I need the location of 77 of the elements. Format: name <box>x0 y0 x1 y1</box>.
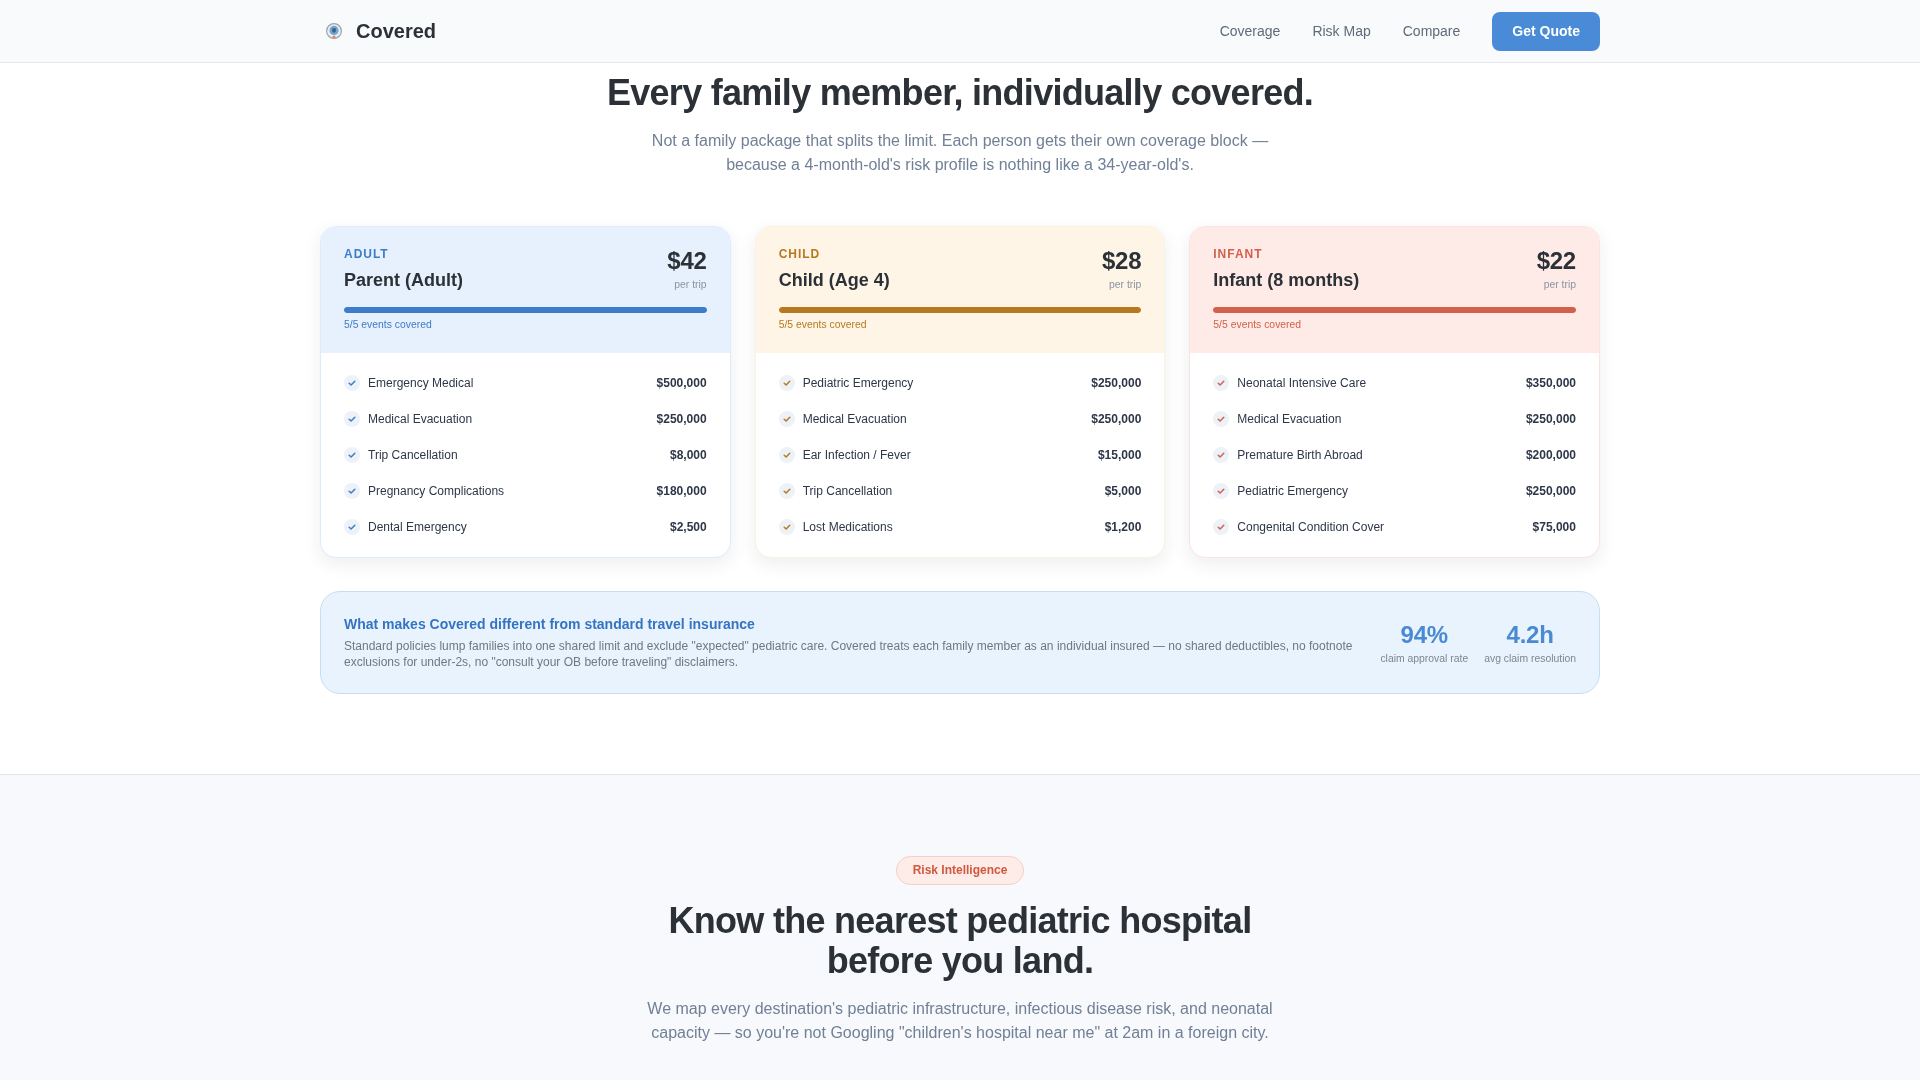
benefit-name: Lost Medications <box>802 519 894 535</box>
benefit-name: Emergency Medical <box>368 375 475 391</box>
brand-name[interactable]: Covered <box>356 19 437 43</box>
check-icon <box>1213 447 1230 463</box>
benefit-name: Congenital Condition Cover <box>1237 519 1386 535</box>
benefit-name: Ear Infection / Fever <box>802 447 912 463</box>
benefit-amount: $500,000 <box>656 375 707 391</box>
section-badge: Risk Intelligence <box>895 856 1025 885</box>
coverage-note: 5/5 events covered <box>344 318 433 332</box>
plan-price: $28 <box>1102 246 1142 276</box>
benefit-name: Medical Evacuation <box>1237 411 1343 427</box>
nav-link[interactable]: Compare <box>1402 22 1461 40</box>
plan-title: Infant (8 months) <box>1213 269 1360 292</box>
benefit-name: Pregnancy Complications <box>368 483 506 499</box>
plan-price: $22 <box>1536 246 1576 276</box>
check-icon <box>778 447 795 463</box>
stat-value: 4.2h <box>1506 620 1554 649</box>
plan-title: Child (Age 4) <box>778 269 890 292</box>
check-icon <box>344 447 360 463</box>
stat-label: claim approval rate <box>1380 651 1469 665</box>
benefit-amount: $8,000 <box>669 447 707 463</box>
plan-title: Parent (Adult) <box>344 269 463 292</box>
risk-subtitle: We map every destination's pediatric infrastructure, infectious disease risk, and neonatal capacity — so you're not Googling "children's hospital near me" at 2am in a foreign city. <box>646 999 1274 1043</box>
benefit-name: Medical Evacuation <box>802 411 908 427</box>
benefit-name: Trip Cancellation <box>368 447 459 463</box>
price-note: per trip <box>1109 278 1142 292</box>
plan-price: $42 <box>667 246 707 276</box>
benefit-name: Dental Emergency <box>368 519 468 535</box>
benefit-amount: $250,000 <box>1091 411 1142 427</box>
benefit-name: Neonatal Intensive Care <box>1237 375 1368 391</box>
benefit-name: Pediatric Emergency <box>802 375 915 391</box>
check-icon <box>1213 483 1230 499</box>
risk-title: Know the nearest pediatric hospital before you land. <box>667 901 1253 981</box>
banner-text: Standard policies lump families into one shared limit and exclude "expected" pediatric care. Covered treats each family member as an individual insured — no shared deductibles, no footnote exclusions for under-2s, no "consult your OB before traveling" disclaimers. <box>344 638 1354 670</box>
benefit-amount: $5,000 <box>1104 483 1142 499</box>
check-icon <box>344 375 360 391</box>
benefit-amount: $15,000 <box>1097 447 1142 463</box>
check-icon <box>344 483 360 499</box>
stat-value: 94% <box>1400 620 1448 649</box>
check-icon <box>344 519 360 535</box>
plan-category-label: ADULT <box>344 246 389 262</box>
benefit-name: Medical Evacuation <box>368 411 474 427</box>
coverage-note: 5/5 events covered <box>778 318 868 332</box>
benefit-amount: $180,000 <box>656 483 707 499</box>
benefit-amount: $350,000 <box>1525 375 1576 391</box>
check-icon <box>778 375 795 391</box>
benefit-amount: $250,000 <box>1525 411 1576 427</box>
banner-title: What makes Covered different from standard travel insurance <box>344 615 756 633</box>
price-note: per trip <box>1543 278 1576 292</box>
plan-category-label: CHILD <box>778 246 821 262</box>
benefit-amount: $75,000 <box>1532 519 1576 535</box>
check-icon <box>778 519 795 535</box>
get-quote-button[interactable]: Get Quote <box>1492 11 1600 51</box>
benefit-amount: $250,000 <box>1525 483 1576 499</box>
check-icon <box>1213 411 1230 427</box>
hero-title: Every family member, individually covered. <box>605 71 1315 115</box>
hero-subtitle: Not a family package that splits the limit. Each person gets their own coverage block — because a 4-month-old's risk profile is nothing like a 34-year-old's. <box>650 131 1270 175</box>
price-note: per trip <box>674 278 707 292</box>
benefit-amount: $200,000 <box>1525 447 1576 463</box>
check-icon <box>1213 375 1230 391</box>
round-logo-icon <box>326 23 342 39</box>
benefit-amount: $1,200 <box>1104 519 1142 535</box>
benefit-amount: $250,000 <box>656 411 707 427</box>
benefit-name: Trip Cancellation <box>802 483 894 499</box>
nav-link[interactable]: Coverage <box>1219 22 1281 40</box>
nav-link[interactable]: Risk Map <box>1312 22 1371 40</box>
coverage-note: 5/5 events covered <box>1213 318 1303 332</box>
benefit-amount: $250,000 <box>1091 375 1142 391</box>
benefit-name: Premature Birth Abroad <box>1237 447 1364 463</box>
plan-category-label: INFANT <box>1213 246 1263 262</box>
check-icon <box>778 483 795 499</box>
stat-label: avg claim resolution <box>1484 651 1576 665</box>
check-icon <box>778 411 795 427</box>
benefit-name: Pediatric Emergency <box>1237 483 1350 499</box>
check-icon <box>1213 519 1230 535</box>
check-icon <box>344 411 360 427</box>
benefit-amount: $2,500 <box>669 519 707 535</box>
